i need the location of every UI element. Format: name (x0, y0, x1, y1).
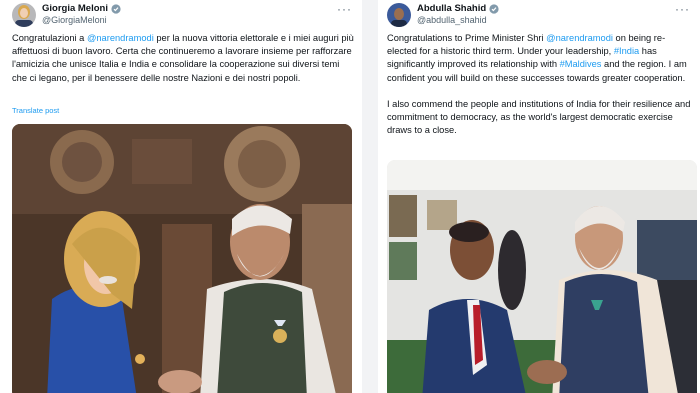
post-text-part: Congratulations to Prime Minister Shri (387, 33, 547, 43)
hashtag-link[interactable]: #Maldives (560, 59, 602, 69)
more-options-icon[interactable]: ··· (675, 2, 690, 16)
handle[interactable]: @GiorgiaMeloni (42, 15, 107, 25)
post-photo[interactable] (387, 160, 697, 393)
hashtag-link[interactable]: #India (614, 46, 639, 56)
post-text: Congratulazioni a @narendramodi per la n… (12, 32, 356, 85)
display-name[interactable]: Abdulla Shahid (417, 3, 486, 14)
display-name[interactable]: Giorgia Meloni (42, 3, 108, 14)
post-paragraph: I also commend the people and institutio… (387, 99, 691, 136)
feed-gap (362, 0, 378, 393)
post-photo[interactable] (12, 124, 352, 393)
translate-post-link[interactable]: Translate post (12, 106, 59, 115)
post-text: Congratulations to Prime Minister Shri @… (387, 32, 693, 151)
handle[interactable]: @abdulla_shahid (417, 15, 487, 25)
post-paragraph: Congratulations to Prime Minister Shri @… (387, 32, 693, 85)
post-header: Abdulla Shahid @abdulla_shahid ··· (378, 0, 700, 30)
avatar[interactable] (12, 3, 36, 27)
post-text-part: Congratulazioni a (12, 33, 87, 43)
post-header: Giorgia Meloni @GiorgiaMeloni ··· (0, 0, 362, 30)
mention-link[interactable]: @narendramodi (546, 33, 613, 43)
verified-badge-icon (489, 3, 499, 14)
mention-link[interactable]: @narendramodi (87, 33, 154, 43)
verified-badge-icon (111, 3, 121, 14)
more-options-icon[interactable]: ··· (337, 2, 352, 16)
avatar[interactable] (387, 3, 411, 27)
